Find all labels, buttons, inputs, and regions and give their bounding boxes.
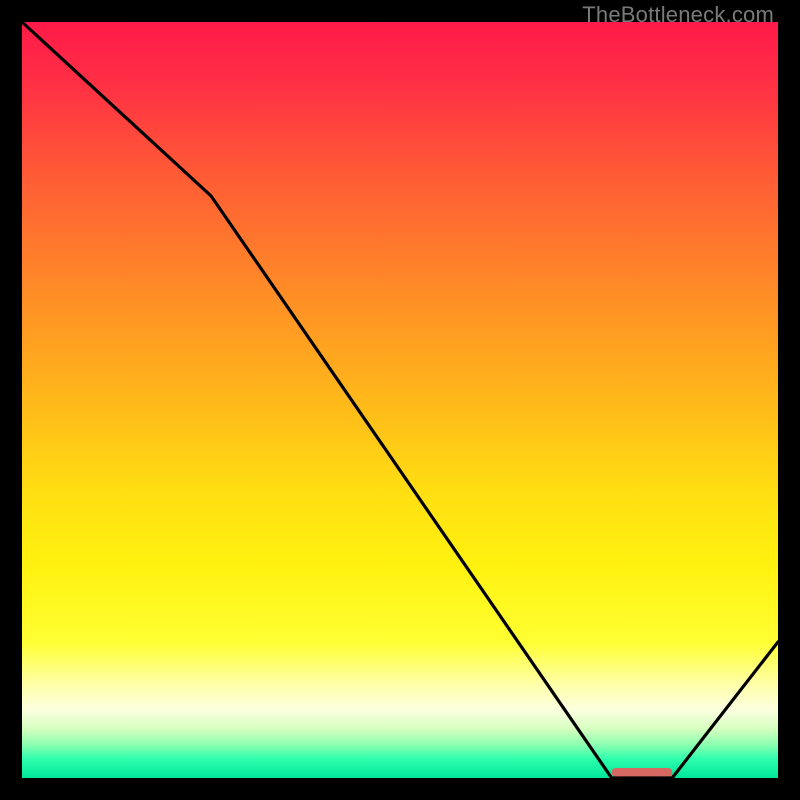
watermark-text: TheBottleneck.com (582, 2, 774, 28)
gradient-background (22, 22, 778, 778)
chart-frame (22, 22, 778, 778)
bottleneck-chart (22, 22, 778, 778)
optimum-marker (612, 768, 672, 777)
